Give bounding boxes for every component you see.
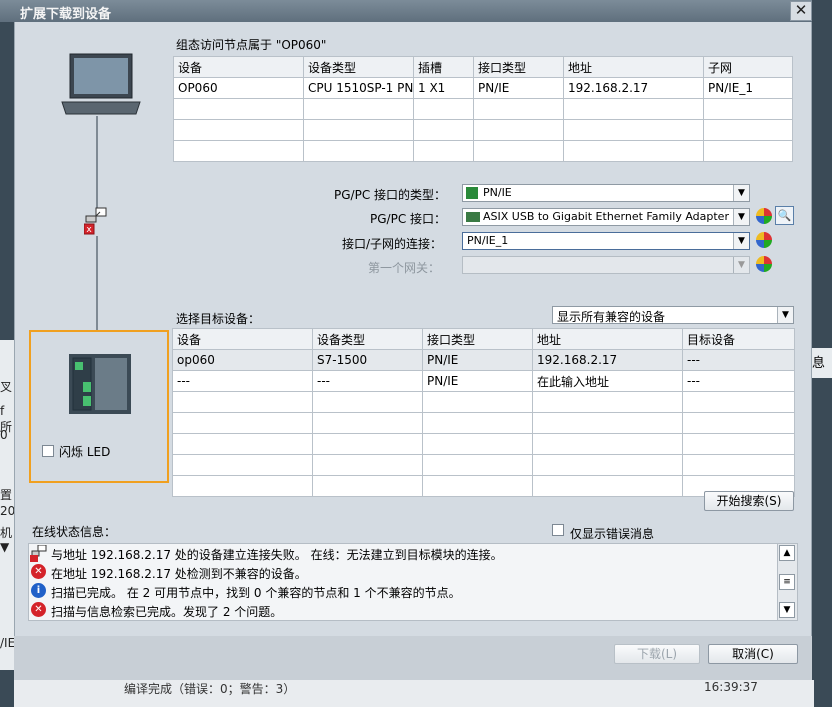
bg-char: 20 (0, 504, 16, 518)
background-statusbar: 编译完成（错误：0；警告：3） 16:39:37 (14, 680, 814, 707)
properties-icon[interactable] (756, 256, 772, 272)
only-errors-checkbox[interactable] (552, 524, 564, 536)
chevron-down-icon[interactable]: ▼ (733, 233, 749, 249)
adapter-icon (466, 212, 480, 222)
subnet-conn-value: PN/IE_1 (467, 234, 509, 247)
error-icon: ✕ (31, 602, 46, 617)
list-item[interactable]: i 扫描已完成。 在 2 可用节点中，找到 0 个兼容的节点和 1 个不兼容的节… (29, 582, 777, 601)
laptop-icon (61, 53, 141, 115)
background-app-left: 叉 f所 0 置 20 机 ▼ /IE_ (0, 340, 21, 670)
pgpc-iface-label: PG/PC 接口： (370, 212, 447, 226)
chevron-down-icon[interactable]: ▼ (733, 209, 749, 225)
target-filter-select[interactable]: 显示所有兼容的设备 ▼ (552, 306, 794, 324)
dialog-title: 扩展下载到设备 (20, 7, 112, 22)
error-icon: ✕ (31, 564, 46, 579)
config-table-header: 设备 设备类型 插槽 接口类型 地址 子网 (173, 56, 793, 78)
list-item[interactable]: 与地址 192.168.2.17 处的设备建立连接失败。 在线：无法建立到目标模… (29, 544, 777, 563)
column-header[interactable]: 子网 (703, 56, 793, 78)
table-row[interactable]: op060 S7-1500 PN/IE 192.168.2.17 --- (172, 349, 795, 371)
table-row-empty (172, 454, 795, 476)
list-item[interactable]: ✕ 在地址 192.168.2.17 处检测到不兼容的设备。 (29, 563, 777, 582)
svg-text:x: x (86, 225, 92, 235)
gateway-label: 第一个网关： (368, 261, 441, 275)
column-header[interactable]: 接口类型 (422, 328, 533, 350)
pgpc-iface-value: ASIX USB to Gigabit Ethernet Family Adap… (483, 210, 729, 223)
chevron-down-icon[interactable]: ▼ (777, 307, 793, 323)
column-header[interactable]: 设备类型 (303, 56, 414, 78)
bg-char: 置 (0, 488, 13, 502)
pnie-icon (466, 187, 478, 199)
scroll-thumb-icon[interactable]: ≡ (779, 574, 795, 590)
only-errors-label: 仅显示错误消息 (570, 527, 655, 541)
address-input-cell[interactable]: 在此输入地址 (532, 370, 683, 392)
table-row-empty (172, 412, 795, 434)
properties-icon[interactable] (756, 232, 772, 248)
chevron-down-icon[interactable]: ▼ (733, 185, 749, 201)
bg-time-text: 16:39:37 (704, 680, 758, 694)
column-header[interactable]: 地址 (563, 56, 704, 78)
network-line (96, 116, 98, 212)
column-header[interactable]: 接口类型 (473, 56, 564, 78)
pgpc-iface-select[interactable]: ASIX USB to Gigabit Ethernet Family Adap… (462, 208, 750, 226)
list-item[interactable]: ✕ 扫描与信息检索已完成。发现了 2 个问题。 (29, 601, 777, 620)
network-line (96, 236, 98, 332)
properties-icon[interactable] (756, 208, 772, 224)
table-row-empty (173, 98, 793, 120)
plc-device-icon (69, 354, 131, 414)
pgpc-type-value: PN/IE (483, 186, 512, 199)
table-row-empty (172, 433, 795, 455)
cancel-button[interactable]: 取消(C) (708, 644, 798, 664)
dialog-titlebar[interactable]: 扩展下载到设备 (0, 0, 812, 22)
download-button[interactable]: 下载(L) (614, 644, 700, 664)
network-error-icon: x (84, 207, 107, 235)
pgpc-type-select[interactable]: PN/IE ▼ (462, 184, 750, 202)
bg-char: 叉 (0, 380, 13, 394)
status-message-list: 与地址 192.168.2.17 处的设备建立连接失败。 在线：无法建立到目标模… (28, 543, 798, 621)
scroll-down-icon[interactable]: ▼ (779, 602, 795, 618)
bg-char: 机 (0, 526, 13, 540)
table-row[interactable]: --- --- PN/IE 在此输入地址 --- (172, 370, 795, 392)
bg-compile-text: 编译完成（错误：0；警告：3） (124, 682, 296, 696)
target-filter-value: 显示所有兼容的设备 (557, 310, 666, 324)
close-icon: ✕ (794, 1, 808, 19)
config-table-caption: 组态访问节点属于 "OP060" (176, 38, 327, 52)
target-table: 设备 设备类型 接口类型 地址 目标设备 op060 S7-1500 PN/IE… (172, 328, 795, 497)
table-row-empty (172, 475, 795, 497)
online-status-label: 在线状态信息： (32, 525, 117, 539)
config-table: 设备 设备类型 插槽 接口类型 地址 子网 OP060 CPU 1510SP-1… (173, 56, 793, 162)
column-header[interactable]: 插槽 (413, 56, 474, 78)
start-search-button[interactable]: 开始搜索(S) (704, 491, 794, 511)
bg-char: 0 (0, 428, 8, 442)
bg-char: ▼ (0, 540, 10, 554)
table-row-empty (173, 140, 793, 162)
column-header[interactable]: 目标设备 (682, 328, 795, 350)
network-error-icon (30, 545, 47, 562)
column-header[interactable]: 地址 (532, 328, 683, 350)
column-header[interactable]: 设备类型 (312, 328, 423, 350)
select-target-label: 选择目标设备： (176, 312, 261, 326)
flash-led-checkbox[interactable] (42, 445, 54, 457)
pgpc-type-label: PG/PC 接口的类型： (334, 188, 447, 202)
subnet-conn-select[interactable]: PN/IE_1 ▼ (462, 232, 750, 250)
bg-right-text: 息 (812, 356, 826, 371)
flash-led-label: 闪烁 LED (59, 445, 111, 459)
target-device-panel: 闪烁 LED (29, 330, 169, 483)
scrollbar[interactable]: ▲ ≡ ▼ (777, 544, 797, 620)
table-row-empty (172, 391, 795, 413)
target-table-header: 设备 设备类型 接口类型 地址 目标设备 (172, 328, 795, 350)
close-button[interactable]: ✕ (790, 1, 812, 21)
scroll-up-icon[interactable]: ▲ (779, 545, 795, 561)
table-row-empty (173, 119, 793, 141)
table-row[interactable]: OP060 CPU 1510SP-1 PN 1 X1 PN/IE 192.168… (173, 77, 793, 99)
column-header[interactable]: 设备 (172, 328, 313, 350)
chevron-down-icon[interactable]: ▼ (733, 257, 749, 273)
subnet-conn-label: 接口/子网的连接： (342, 237, 443, 251)
search-icon[interactable]: 🔍 (775, 206, 794, 225)
gateway-select[interactable]: ▼ (462, 256, 750, 274)
column-header[interactable]: 设备 (173, 56, 304, 78)
info-icon: i (31, 583, 46, 598)
